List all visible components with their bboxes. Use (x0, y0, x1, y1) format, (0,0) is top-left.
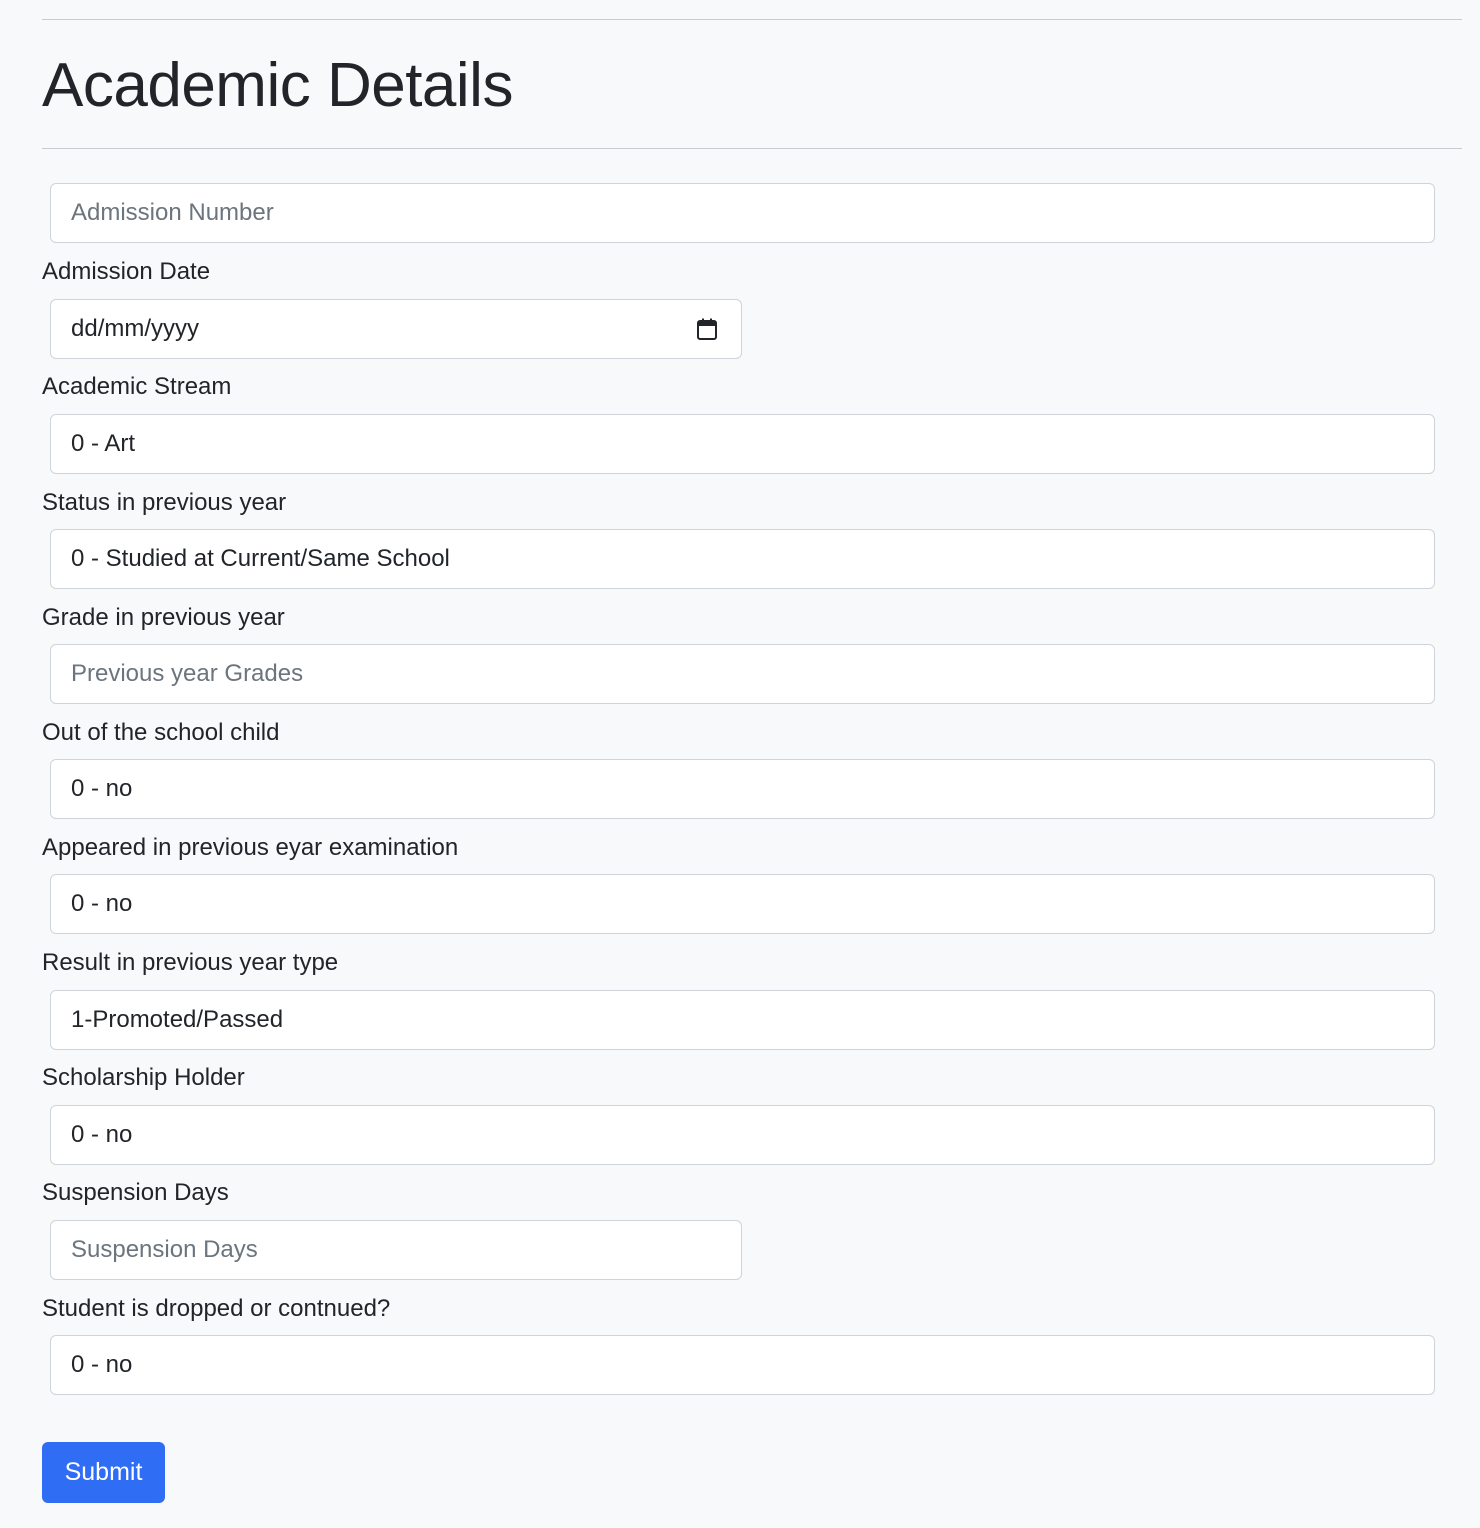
admission-date-label: Admission Date (42, 258, 211, 285)
admission-date-value: dd/mm/yyyy (71, 315, 200, 342)
dropped-or-continued-label: Student is dropped or contnued? (42, 1295, 391, 1322)
result-previous-year-label: Result in previous year type (42, 949, 339, 976)
grade-previous-year-label: Grade in previous year (42, 604, 285, 631)
admission-number-input[interactable] (50, 183, 1435, 243)
status-previous-year-label: Status in previous year (42, 489, 287, 516)
dropped-or-continued-select[interactable]: 0 - no (50, 1335, 1435, 1395)
title-divider (42, 148, 1462, 149)
status-previous-year-selected: 0 - Studied at Current/Same School (71, 545, 450, 572)
appeared-previous-exam-label: Appeared in previous eyar examination (42, 834, 459, 861)
submit-button[interactable]: Submit (42, 1442, 165, 1503)
grade-previous-year-input[interactable] (50, 644, 1435, 704)
suspension-days-input[interactable] (50, 1220, 742, 1280)
appeared-previous-exam-selected: 0 - no (71, 890, 133, 917)
scholarship-holder-select[interactable]: 0 - no (50, 1105, 1435, 1165)
result-previous-year-select[interactable]: 1-Promoted/Passed (50, 990, 1435, 1050)
dropped-or-continued-selected: 0 - no (71, 1351, 133, 1378)
suspension-days-label: Suspension Days (42, 1179, 229, 1206)
out-of-school-child-label: Out of the school child (42, 719, 280, 746)
appeared-previous-exam-select[interactable]: 0 - no (50, 874, 1435, 934)
status-previous-year-select[interactable]: 0 - Studied at Current/Same School (50, 529, 1435, 589)
scholarship-holder-selected: 0 - no (71, 1121, 133, 1148)
out-of-school-child-selected: 0 - no (71, 775, 133, 802)
calendar-icon[interactable] (697, 318, 717, 340)
academic-stream-select[interactable]: 0 - Art (50, 414, 1435, 474)
admission-date-input[interactable]: dd/mm/yyyy (50, 299, 742, 359)
page-title: Academic Details (42, 51, 513, 120)
result-previous-year-selected: 1-Promoted/Passed (71, 1006, 284, 1033)
academic-stream-label: Academic Stream (42, 373, 232, 400)
out-of-school-child-select[interactable]: 0 - no (50, 759, 1435, 819)
scholarship-holder-label: Scholarship Holder (42, 1064, 245, 1091)
top-divider (42, 19, 1462, 20)
academic-stream-selected: 0 - Art (71, 430, 136, 457)
